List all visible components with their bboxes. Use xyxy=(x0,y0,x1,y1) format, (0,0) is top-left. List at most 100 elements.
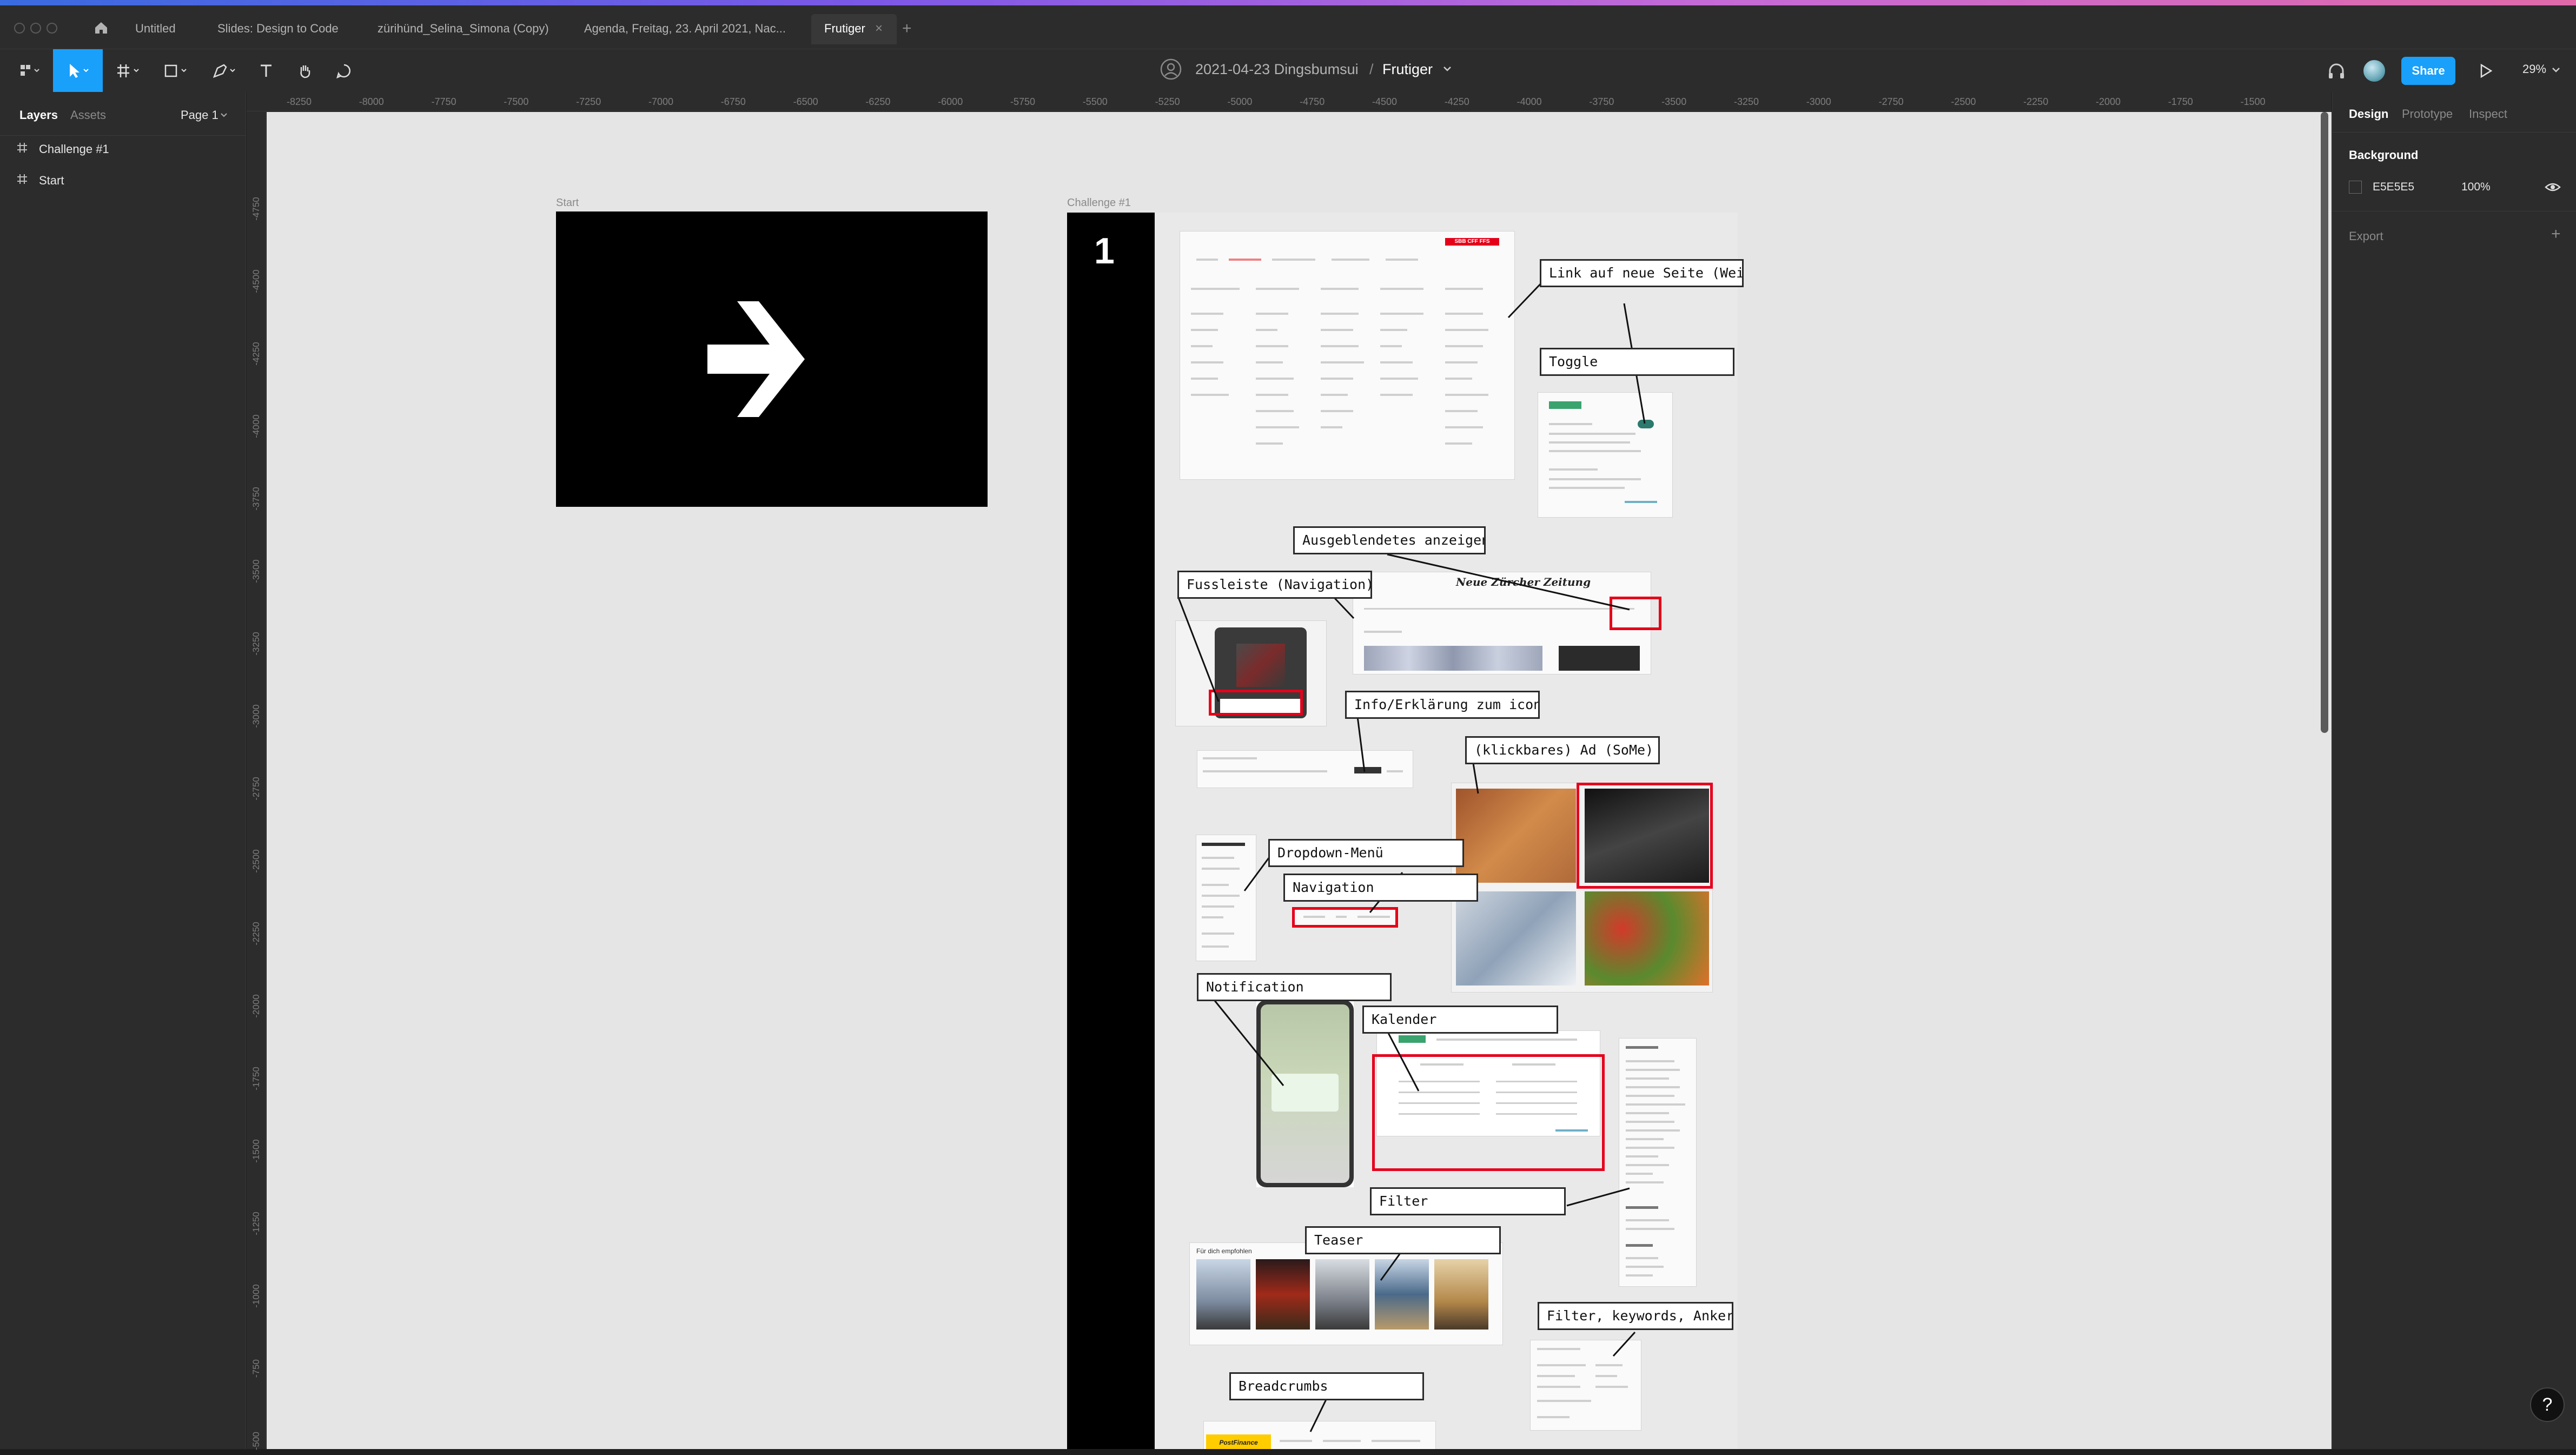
ruler-tick-label: -3750 xyxy=(1589,96,1614,107)
tab-slides-design-to-code[interactable]: Slides: Design to Code xyxy=(217,19,339,38)
properties-panel: Design Prototype Inspect Background E5E5… xyxy=(2332,92,2576,1449)
zoom-level[interactable]: 29% xyxy=(2522,62,2546,76)
callout-calendar[interactable]: Kalender xyxy=(1362,1006,1558,1034)
team-icon xyxy=(1160,58,1182,81)
ruler-tick-label: -4000 xyxy=(1517,96,1542,107)
ruler-tick-label: -7750 xyxy=(431,96,456,107)
callout-breadcrumbs[interactable]: Breadcrumbs xyxy=(1229,1372,1424,1400)
background-swatch[interactable] xyxy=(2349,181,2362,194)
ruler-tick-label: -5000 xyxy=(1227,96,1253,107)
ruler-tick-label: -6000 xyxy=(938,96,963,107)
zoom-chevron-icon[interactable] xyxy=(2551,64,2561,75)
toolbar: 2021-04-23 Dingsbumsui / Frutiger Share … xyxy=(0,49,2576,92)
ruler-tick-label: -4500 xyxy=(1372,96,1398,107)
callout-filter-keywords[interactable]: Filter, keywords, Ankers xyxy=(1538,1302,1733,1330)
canvas[interactable]: Start Challenge #1 1 SBB CFF FFS Neue Zü… xyxy=(267,112,2332,1449)
ruler-tick-label: -6250 xyxy=(865,96,891,107)
ruler-tick-label: -1500 xyxy=(2240,96,2266,107)
chevron-down-icon[interactable] xyxy=(1441,62,1454,75)
callout-footer[interactable]: Fussleiste (Navigation) xyxy=(1177,571,1372,599)
ruler-tick-label: -1000 xyxy=(251,1284,261,1308)
tab-assets[interactable]: Assets xyxy=(70,108,106,122)
page-select[interactable]: Page 1 xyxy=(181,108,218,122)
callout-dropdown[interactable]: Dropdown-Menü xyxy=(1268,839,1464,867)
ruler-tick-label: -5750 xyxy=(1010,96,1036,107)
ruler-tick-label: -1250 xyxy=(251,1212,261,1235)
ruler-tick-label: -3250 xyxy=(1733,96,1759,107)
ruler-tick-label: -3000 xyxy=(1806,96,1831,107)
layer-challenge-1[interactable]: Challenge #1 xyxy=(16,142,109,157)
callout-info[interactable]: Info/Erklärung zum icon xyxy=(1345,691,1540,719)
ruler-tick-label: -5500 xyxy=(1082,96,1108,107)
move-tool-button[interactable] xyxy=(53,49,103,92)
callout-teaser[interactable]: Teaser xyxy=(1305,1226,1501,1254)
ruler-tick-label: -5250 xyxy=(1155,96,1180,107)
page-title[interactable]: Frutiger xyxy=(1382,61,1433,78)
pen-tool-icon[interactable] xyxy=(209,57,243,85)
present-play-icon[interactable] xyxy=(2477,62,2494,80)
tab-agenda[interactable]: Agenda, Freitag, 23. April 2021, Nac... xyxy=(584,19,786,38)
ruler-tick-label: -8250 xyxy=(286,96,312,107)
ruler-tick-label: -3500 xyxy=(251,559,261,583)
ruler-tick-label: -7250 xyxy=(576,96,601,107)
frame-tool-icon[interactable] xyxy=(112,57,147,85)
tab-layers[interactable]: Layers xyxy=(19,108,58,122)
callout-ad[interactable]: (klickbares) Ad (SoMe) xyxy=(1465,736,1660,764)
maximize-window-icon[interactable] xyxy=(47,23,57,34)
ruler-tick-label: -1750 xyxy=(251,1067,261,1090)
ruler-tick-label: -2250 xyxy=(2023,96,2049,107)
share-button[interactable]: Share xyxy=(2401,57,2455,85)
callout-navigation[interactable]: Navigation xyxy=(1283,874,1478,902)
ruler-tick-label: -4500 xyxy=(251,269,261,293)
window-accent-strip xyxy=(0,0,2576,5)
tab-design[interactable]: Design xyxy=(2349,107,2388,121)
help-button[interactable]: ? xyxy=(2530,1387,2565,1422)
canvas-scrollbar[interactable] xyxy=(2321,112,2328,733)
ruler-tick-label: -2500 xyxy=(251,849,261,873)
ruler-tick-label: -6750 xyxy=(720,96,746,107)
ruler-tick-label: -2750 xyxy=(1878,96,1904,107)
headphones-icon[interactable] xyxy=(2326,60,2347,82)
tab-bar: Untitled Slides: Design to Code zürihünd… xyxy=(0,5,2576,49)
ruler-tick-label: -4750 xyxy=(1300,96,1325,107)
ruler-tick-label: -4000 xyxy=(251,414,261,438)
background-opacity[interactable]: 100% xyxy=(2461,181,2491,194)
rectangle-tool-icon[interactable] xyxy=(160,57,195,85)
horizontal-ruler: -8250 -8000 -7750 -7500 -7250 -7000 -6750 -6500… xyxy=(247,92,2332,111)
callout-toggle[interactable]: Toggle xyxy=(1540,348,1734,376)
callout-notification[interactable]: Notification xyxy=(1197,973,1392,1001)
callout-link[interactable]: Link auf neue Seite (Weite xyxy=(1540,259,1744,287)
ruler-tick-label: -2750 xyxy=(251,777,261,801)
callout-leader-lines xyxy=(1177,280,1646,1432)
tab-frutiger[interactable]: Frutiger xyxy=(824,19,865,38)
ruler-tick-label: -3500 xyxy=(1661,96,1687,107)
callout-filter[interactable]: Filter xyxy=(1370,1187,1566,1215)
add-export-icon[interactable]: + xyxy=(2551,225,2561,243)
tab-prototype[interactable]: Prototype xyxy=(2402,107,2453,121)
page-chevron-icon[interactable] xyxy=(220,110,228,119)
ruler-tick-label: -500 xyxy=(251,1431,261,1451)
panel-divider xyxy=(2333,132,2576,133)
file-name[interactable]: 2021-04-23 Dingsbumsui xyxy=(1195,61,1359,78)
ruler-tick-label: -2000 xyxy=(2095,96,2121,107)
export-heading: Export xyxy=(2349,229,2383,243)
hand-tool-icon[interactable] xyxy=(293,57,317,85)
new-tab-icon[interactable]: + xyxy=(902,19,912,38)
main-menu-icon[interactable] xyxy=(13,57,45,85)
eye-icon[interactable] xyxy=(2545,181,2561,194)
tab-inspect[interactable]: Inspect xyxy=(2469,107,2507,121)
text-tool-icon[interactable] xyxy=(254,57,278,85)
callout-hidden[interactable]: Ausgeblendetes anzeigen xyxy=(1293,526,1486,554)
background-hex[interactable]: E5E5E5 xyxy=(2373,181,2414,194)
tab-zurihund[interactable]: zürihünd_Selina_Simona (Copy) xyxy=(378,19,549,38)
comment-tool-icon[interactable] xyxy=(332,57,356,85)
ruler-tick-label: -2000 xyxy=(251,994,261,1018)
layer-start[interactable]: Start xyxy=(16,173,64,188)
close-window-icon[interactable] xyxy=(14,23,25,34)
minimize-window-icon[interactable] xyxy=(30,23,41,34)
home-icon[interactable] xyxy=(93,19,109,36)
avatar[interactable] xyxy=(2362,59,2386,83)
layer-label: Challenge #1 xyxy=(39,142,109,156)
close-tab-icon[interactable]: × xyxy=(875,19,883,38)
tab-untitled[interactable]: Untitled xyxy=(135,19,176,38)
